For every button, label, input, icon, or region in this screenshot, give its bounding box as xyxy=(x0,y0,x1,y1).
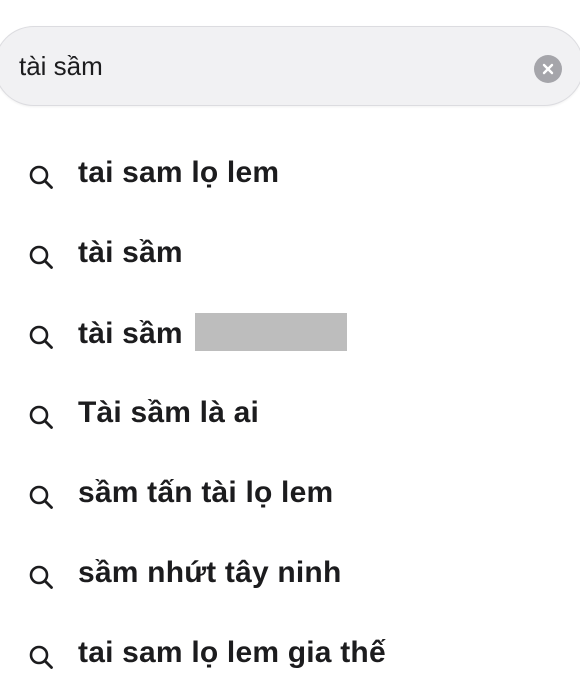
suggestion-label: sầm tấn tài lọ lem xyxy=(78,476,334,509)
search-icon xyxy=(29,245,53,269)
suggestion-item[interactable]: tài sầm xyxy=(0,216,580,296)
close-icon xyxy=(542,63,554,75)
suggestion-item[interactable]: tai sam lọ lem gia thế xyxy=(0,616,580,696)
search-input[interactable] xyxy=(19,49,499,83)
search-icon xyxy=(29,485,53,509)
suggestion-label: tai sam lọ lem gia thế xyxy=(78,636,386,669)
search-icon xyxy=(29,565,53,589)
suggestion-label: sầm nhứt tây ninh xyxy=(78,556,342,589)
suggestion-item[interactable]: sầm nhứt tây ninh xyxy=(0,536,580,616)
search-icon xyxy=(29,405,53,429)
search-icon xyxy=(29,325,53,349)
search-icon xyxy=(29,165,53,189)
suggestion-label: Tài sầm là ai xyxy=(78,396,260,429)
search-screen: tai sam lọ lem tài sầm tài sầm Tài sầm l xyxy=(0,0,580,700)
redaction-block xyxy=(194,313,347,351)
search-icon xyxy=(29,645,53,669)
suggestion-label: tài sầm xyxy=(78,316,183,350)
search-bar[interactable] xyxy=(0,26,580,106)
clear-search-button[interactable] xyxy=(534,55,562,83)
suggestion-label-with-redaction: tài sầm xyxy=(78,313,347,354)
suggestion-item[interactable]: tài sầm xyxy=(0,296,580,376)
suggestion-label: tai sam lọ lem xyxy=(78,156,280,189)
suggestion-label: tài sầm xyxy=(78,236,183,269)
suggestion-item[interactable]: tai sam lọ lem xyxy=(0,136,580,216)
suggestion-item[interactable]: Tài sầm là ai xyxy=(0,376,580,456)
suggestion-list: tai sam lọ lem tài sầm tài sầm Tài sầm l xyxy=(0,136,580,696)
suggestion-item[interactable]: sầm tấn tài lọ lem xyxy=(0,456,580,536)
